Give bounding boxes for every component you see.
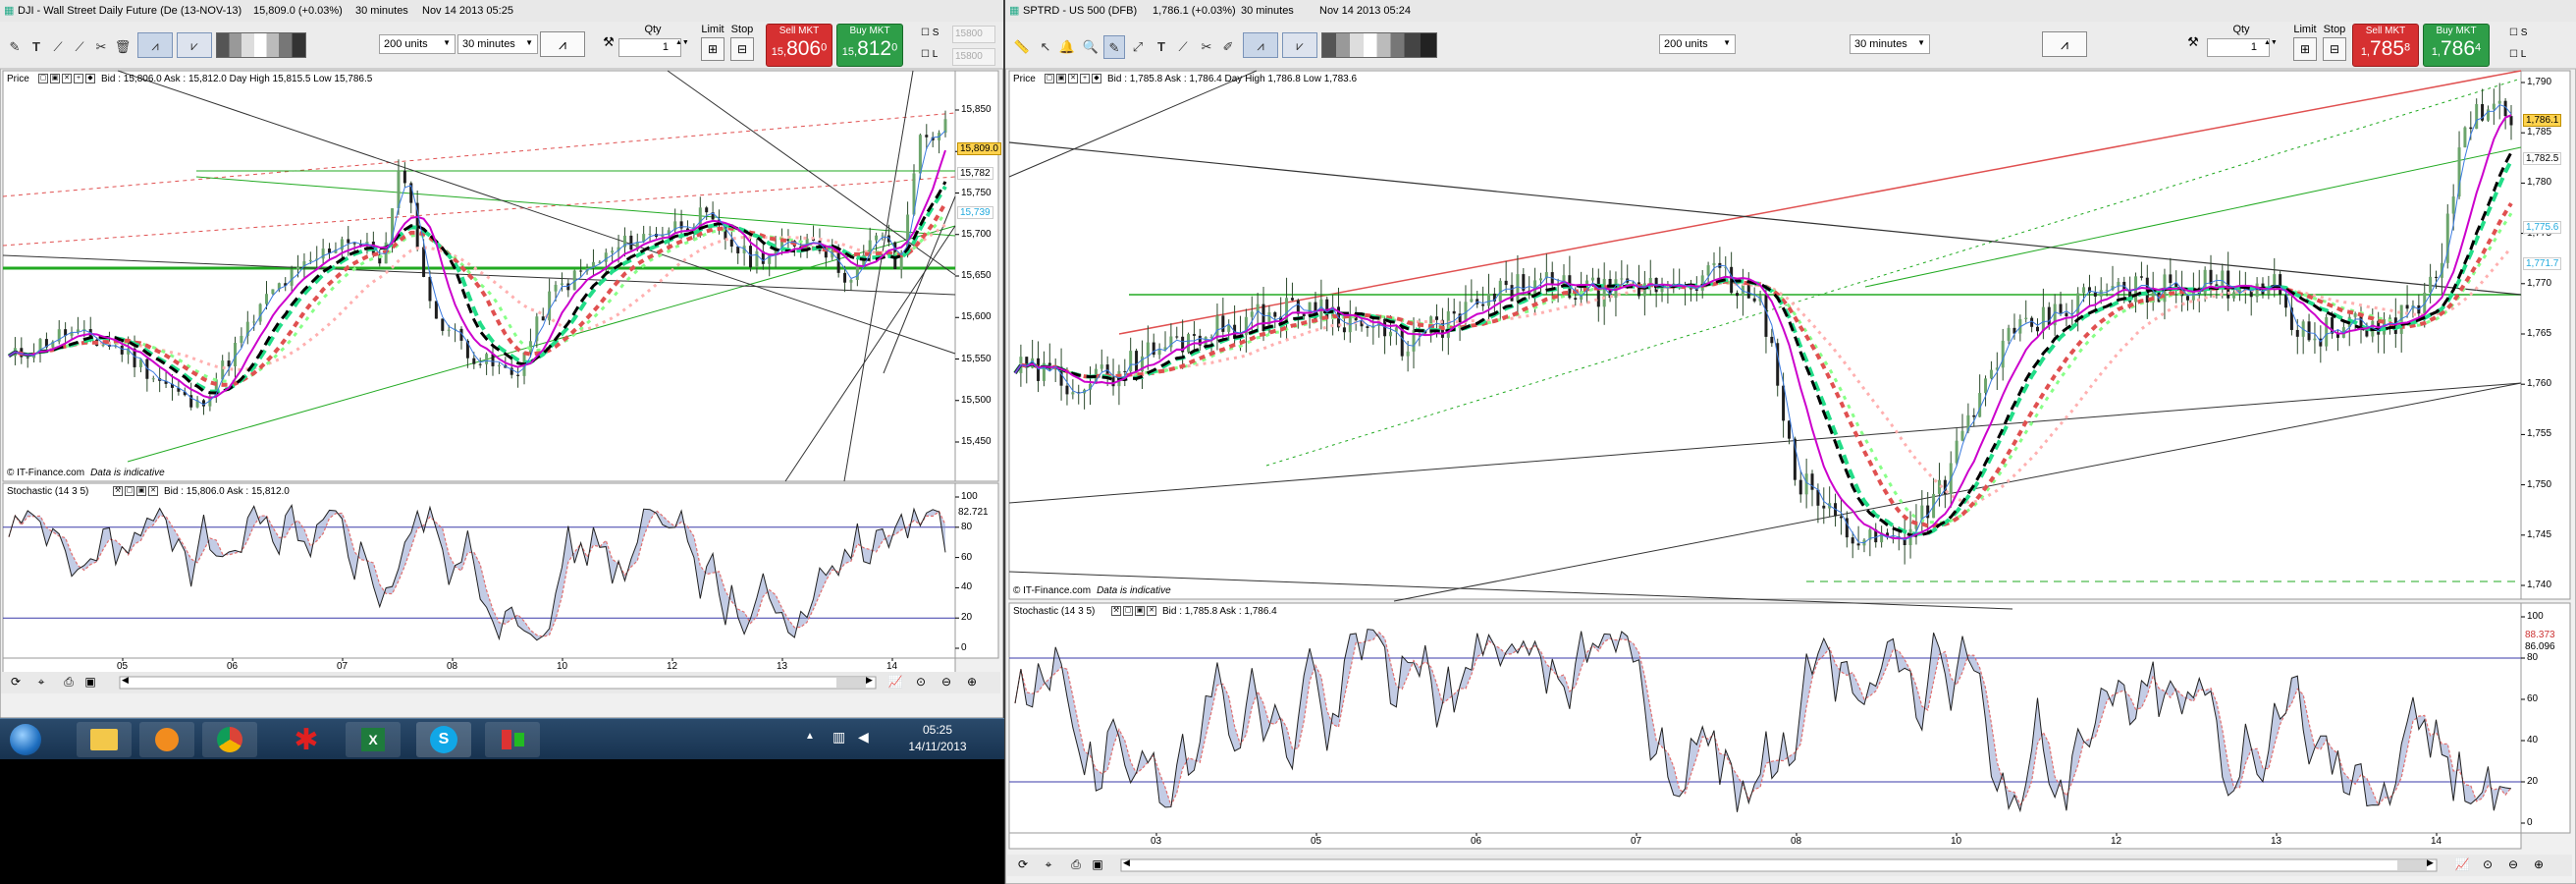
explorer-icon[interactable] xyxy=(77,722,132,757)
tray-volume-icon[interactable]: ◀ xyxy=(858,729,869,746)
clock-time[interactable]: 05:25 xyxy=(888,723,987,737)
tray-up-arrow-icon[interactable]: ▲ xyxy=(805,731,815,742)
right-titlebar-bg xyxy=(1005,0,2576,22)
media-player-icon[interactable] xyxy=(139,722,194,757)
chrome-icon[interactable] xyxy=(202,722,257,757)
left-price-panel xyxy=(2,70,956,482)
right-scroll-thumb[interactable] xyxy=(2397,860,2427,870)
excel-icon[interactable]: X xyxy=(346,722,401,757)
left-titlebar-bg xyxy=(0,0,1003,22)
start-orb-icon[interactable] xyxy=(4,722,47,757)
skype-icon[interactable]: S xyxy=(416,722,471,757)
clock-date[interactable]: 14/11/2013 xyxy=(888,740,987,753)
left-horizontal-scrollbar[interactable] xyxy=(119,676,877,690)
windows-taskbar: ✱ X S ▲ ▥ ◀ 05:25 14/11/2013 xyxy=(0,718,1004,759)
right-stochastic-panel xyxy=(1008,602,2522,834)
left-toolbar-bg xyxy=(0,22,1003,69)
app-red-icon[interactable]: ✱ xyxy=(279,722,334,757)
tray-network-icon[interactable]: ▥ xyxy=(832,729,845,746)
right-horizontal-scrollbar[interactable] xyxy=(1120,858,2438,872)
left-scroll-thumb[interactable] xyxy=(836,678,866,688)
trading-app-icon[interactable] xyxy=(485,722,540,757)
right-toolbar-bg xyxy=(1005,22,2576,69)
